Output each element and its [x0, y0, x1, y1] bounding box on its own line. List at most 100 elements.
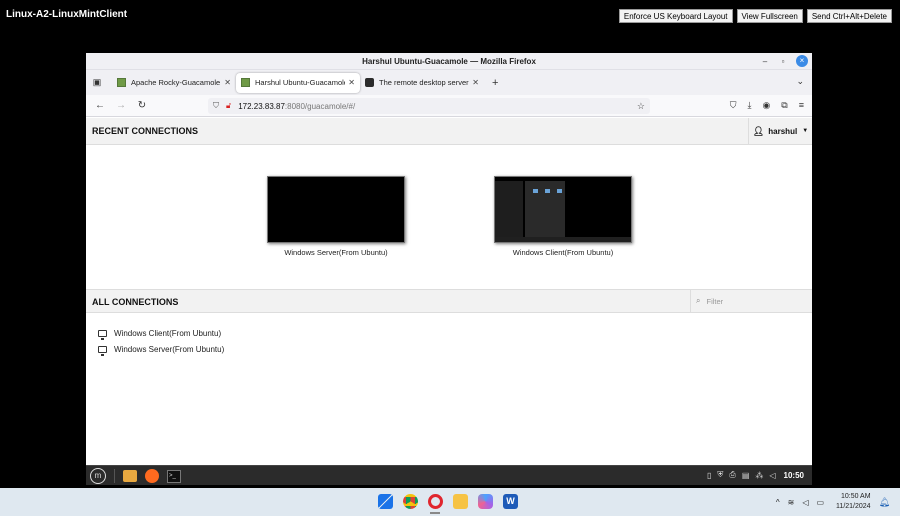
session-title: Linux-A2-LinuxMintClient	[6, 9, 128, 20]
shield-icon[interactable]: ⛨	[717, 470, 723, 480]
address-bar[interactable]: ⛉ 🔓︎ 172.23.83.87 :8080/guacamole/#/ ☆	[208, 98, 650, 114]
monitor-icon	[98, 345, 107, 356]
send-ctrl-alt-delete-button[interactable]: Send Ctrl+Alt+Delete	[806, 9, 892, 23]
list-all-tabs-icon[interactable]: ⌄	[796, 76, 804, 87]
menu-icon[interactable]: ≡	[799, 100, 804, 111]
firefox-view-icon[interactable]: ▣	[90, 76, 104, 90]
windows-start-icon[interactable]	[378, 494, 393, 509]
guacamole-favicon-icon	[117, 78, 126, 87]
forward-icon[interactable]: →	[115, 100, 127, 111]
printer-icon[interactable]: ⎙	[729, 470, 735, 480]
network-icon[interactable]: ⁂	[755, 471, 763, 480]
window-controls: – ▫ ×	[760, 55, 808, 67]
session-toolbar: Enforce US Keyboard Layout View Fullscre…	[618, 9, 892, 23]
guacamole-home: RECENT CONNECTIONS 👤︎ harshul ▼ Windows …	[86, 118, 812, 465]
pocket-icon[interactable]: ⛉	[730, 100, 737, 111]
list-item[interactable]: Windows Client(From Ubuntu)	[98, 325, 224, 341]
keyboard-icon[interactable]: ▤	[742, 471, 750, 480]
clock-time: 10:50 AM	[840, 493, 871, 500]
toolbar-right: ⛉ ⤓ ◉ ⧉ ≡	[730, 100, 804, 111]
opera-icon[interactable]	[428, 494, 443, 509]
panel-separator	[114, 469, 115, 483]
account-icon[interactable]: ◉	[762, 100, 770, 111]
list-item[interactable]: Windows Server(From Ubuntu)	[98, 341, 224, 357]
mint-launchers: m >_	[90, 468, 181, 484]
url-path: :8080/guacamole/#/	[284, 101, 356, 111]
volume-icon[interactable]: ◁	[769, 471, 775, 480]
reload-icon[interactable]: ↻	[136, 100, 148, 111]
copilot-icon[interactable]	[478, 494, 493, 509]
clock-date: 11/21/2024	[836, 503, 871, 510]
maximize-icon[interactable]: ▫	[778, 57, 788, 66]
all-connections-title: ALL CONNECTIONS	[92, 297, 179, 307]
speaker-icon[interactable]: ◁	[802, 498, 808, 507]
view-fullscreen-button[interactable]: View Fullscreen	[736, 9, 803, 23]
filter-placeholder: Filter	[706, 296, 724, 306]
tracking-protection-icon[interactable]: ⛉	[213, 101, 219, 111]
minimize-icon[interactable]: –	[760, 57, 770, 66]
firefox-icon[interactable]	[145, 469, 159, 483]
files-icon[interactable]	[123, 470, 137, 482]
thumbnail-sidebar	[495, 181, 523, 238]
active-app-indicator	[430, 512, 440, 514]
tab-harshul-ubuntu-guacamole[interactable]: Harshul Ubuntu-Guacamole ✕	[236, 72, 360, 93]
notification-bell-icon[interactable]: 🔔︎	[879, 497, 890, 508]
close-window-icon[interactable]: ×	[796, 55, 808, 67]
mint-menu-icon[interactable]: m	[90, 468, 106, 484]
insecure-lock-icon[interactable]: 🔓︎	[226, 101, 231, 111]
thumbnail-taskbar	[495, 237, 631, 242]
connection-thumbnail[interactable]	[267, 176, 405, 243]
workspace-icon[interactable]: ▯	[707, 471, 711, 480]
tab-apache-rocky-guacamole[interactable]: Apache Rocky-Guacamole ✕	[112, 73, 236, 93]
search-icon: ⌕	[696, 296, 701, 305]
chrome-icon[interactable]	[403, 494, 418, 509]
window-title: Harshul Ubuntu-Guacamole — Mozilla Firef…	[362, 57, 536, 66]
tab-remote-desktop-server[interactable]: The remote desktop server ✕	[360, 73, 484, 93]
extensions-icon[interactable]: ⧉	[781, 100, 787, 111]
tab-close-icon[interactable]: ✕	[348, 78, 355, 87]
url-host: 172.23.83.87	[238, 101, 285, 111]
recent-connection-windows-server[interactable]: Windows Server(From Ubuntu)	[266, 176, 406, 257]
terminal-icon[interactable]: >_	[167, 469, 181, 483]
recent-connections-header: RECENT CONNECTIONS 👤︎ harshul ▼	[86, 118, 812, 145]
wifi-icon[interactable]: ≋	[788, 498, 795, 507]
downloads-icon[interactable]: ⤓	[747, 100, 751, 111]
tab-label: Apache Rocky-Guacamole	[131, 78, 221, 87]
chevron-down-icon: ▼	[802, 128, 809, 134]
tab-close-icon[interactable]: ✕	[472, 78, 479, 87]
taskbar-apps: W	[378, 494, 518, 509]
recent-connection-windows-client[interactable]: Windows Client(From Ubuntu)	[493, 176, 633, 257]
windows-taskbar: W ^ ≋ ◁ ▭ 10:50 AM 11/21/2024 🔔︎	[0, 488, 900, 516]
connection-name: Windows Client(From Ubuntu)	[114, 328, 222, 338]
monitor-icon	[98, 329, 107, 340]
tab-label: Harshul Ubuntu-Guacamole	[255, 78, 346, 87]
mint-tray: ▯ ⛨ ⎙ ▤ ⁂ ◁ 10:50	[707, 470, 804, 480]
enforce-keyboard-layout-button[interactable]: Enforce US Keyboard Layout	[618, 9, 733, 23]
tab-label: The remote desktop server	[379, 78, 469, 87]
all-connections-header: ALL CONNECTIONS ⌕ Filter	[86, 289, 812, 313]
new-tab-icon[interactable]: +	[492, 77, 498, 89]
filter-input[interactable]: ⌕ Filter	[690, 290, 812, 312]
thumbnail-tile	[533, 189, 538, 193]
file-explorer-icon[interactable]	[453, 494, 468, 509]
system-tray: ^ ≋ ◁ ▭ 10:50 AM 11/21/2024 🔔︎	[776, 492, 890, 512]
bookmark-star-icon[interactable]: ☆	[637, 101, 645, 112]
system-clock[interactable]: 10:50 AM 11/21/2024	[836, 492, 871, 512]
chevron-up-icon[interactable]: ^	[776, 498, 780, 507]
user-menu[interactable]: 👤︎ harshul ▼	[748, 118, 812, 144]
tab-close-icon[interactable]: ✕	[224, 78, 231, 87]
battery-icon[interactable]: ▭	[816, 498, 824, 507]
linux-desktop: Harshul Ubuntu-Guacamole — Mozilla Firef…	[86, 53, 812, 485]
word-icon[interactable]: W	[503, 494, 518, 509]
panel-clock[interactable]: 10:50	[784, 471, 804, 480]
connection-list: Windows Client(From Ubuntu) Windows Serv…	[98, 325, 224, 357]
tab-bar: ▣ Apache Rocky-Guacamole ✕ Harshul Ubunt…	[86, 70, 812, 95]
connection-thumbnail[interactable]	[494, 176, 632, 243]
thumbnail-tile	[557, 189, 562, 193]
connection-label: Windows Client(From Ubuntu)	[512, 248, 614, 257]
guacamole-favicon-icon	[241, 78, 250, 87]
recent-connections-title: RECENT CONNECTIONS	[92, 126, 199, 136]
firefox-titlebar[interactable]: Harshul Ubuntu-Guacamole — Mozilla Firef…	[86, 53, 812, 70]
username: harshul	[768, 126, 798, 136]
back-icon[interactable]: ←	[94, 100, 106, 111]
